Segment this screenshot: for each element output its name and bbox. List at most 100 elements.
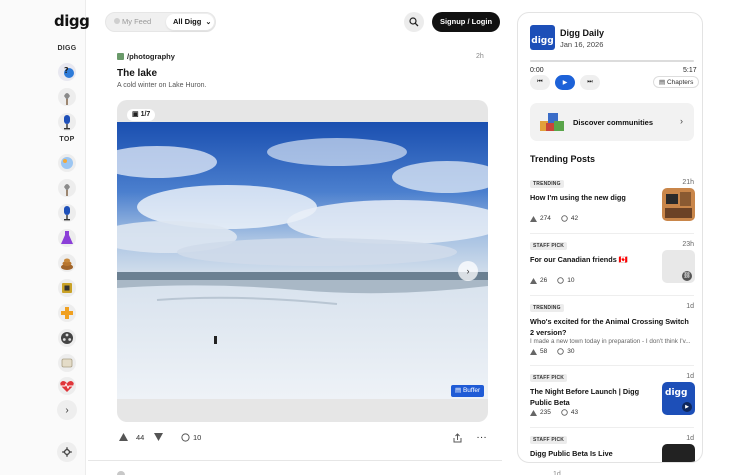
trending-title[interactable]: The Night Before Launch | Digg Public Be… [530,386,655,408]
tab-all-digg-label: All Digg [173,17,202,26]
upvote-icon [530,215,537,222]
discover-communities-button[interactable]: Discover communities › [530,103,694,141]
trending-thumbnail [662,188,695,221]
image-counter: ▣ 1/7 [127,109,156,121]
chevron-right-icon: › [680,116,683,126]
help-chat-icon[interactable]: ? [57,62,77,82]
settings-icon[interactable] [57,442,77,462]
poop-icon[interactable] [57,253,77,273]
play-icon: ▶ [562,80,568,86]
carousel-next-button[interactable]: › [458,261,478,281]
trending-time: 1d [686,373,694,380]
post-actions: 44 10 ··· [119,433,487,445]
trending-time: 23h [682,241,694,248]
community-icon [117,53,124,60]
expand-rail-button[interactable]: › [57,400,77,420]
community-name: /photography [127,52,175,61]
playback-progress-bar[interactable] [530,60,694,62]
search-icon [409,17,419,27]
search-button[interactable] [404,12,424,32]
tab-all-digg[interactable]: All Digg ⌄ [166,14,214,30]
total-duration: 5:17 [683,67,697,74]
post-image [117,122,488,399]
post-timestamp: 2h [476,53,484,60]
share-button[interactable] [453,433,462,443]
chip-icon[interactable] [57,278,77,298]
divider [530,365,694,366]
comment-count: 42 [570,215,579,222]
post-tag: STAFF PICK [530,242,568,250]
post-media-carousel[interactable]: ▣ 1/7 › ▤ Buffer [117,100,488,422]
upvote-icon [530,409,537,416]
images-icon: ▣ [132,111,141,118]
forward-button[interactable]: ⏭ [580,75,600,90]
thumbnail-logo: digg [665,388,688,398]
trending-stats: 58 30 [530,348,574,355]
flask-icon[interactable] [57,228,77,248]
community-link[interactable]: /photography [117,52,175,61]
podcast-title[interactable]: Digg Daily [560,28,604,38]
comments-button[interactable]: 10 [181,433,201,442]
upvote-icon [119,433,128,441]
downvote-button[interactable] [154,433,163,441]
link-icon: ⛓ [682,271,692,281]
trending-time: 1d [686,303,694,310]
trending-title[interactable]: For our Canadian friends 🇨🇦 [530,254,655,265]
upvote-icon [530,348,537,355]
upvote-icon [530,277,537,284]
heartbeat-icon[interactable] [57,376,77,396]
microphone-icon[interactable] [57,203,77,223]
chevron-down-icon: ⌄ [205,19,212,26]
signup-login-button[interactable]: Signup / Login [432,12,500,32]
next-post-preview: 1d [88,460,561,475]
more-options-icon[interactable]: ··· [477,433,488,442]
rewind-button[interactable]: ⏮ [530,75,550,90]
post-tag: TRENDING [530,304,564,312]
shovel-icon[interactable] [57,87,77,107]
trending-title[interactable]: How I'm using the new digg [530,192,655,203]
trending-stats: 26 10 [530,277,574,284]
tab-my-feed[interactable]: My Feed [114,13,151,31]
microphone-icon[interactable] [57,112,77,132]
trending-title[interactable]: Digg Public Beta Is Live [530,448,655,459]
comment-icon [557,348,564,355]
video-play-icon: ▶ [682,402,692,412]
keyboard-key-icon[interactable] [57,353,77,373]
comment-icon [557,277,564,284]
trending-thumbnail: digg ▶ [662,382,695,415]
trending-title[interactable]: Who's excited for the Animal Crossing Sw… [530,316,694,338]
image-counter-text: 1/7 [140,111,151,118]
comment-count: 30 [567,348,575,355]
tab-my-feed-label: My Feed [122,17,152,26]
section-label-digg: DIGG [57,45,77,52]
buffer-label: Buffer [462,387,481,394]
digg-logo[interactable]: digg [54,12,90,32]
comment-count: 10 [567,277,575,284]
podcast-date: Jan 16, 2026 [560,40,604,49]
chapters-button[interactable]: ▤ Chapters [653,76,700,88]
buffer-badge[interactable]: ▤ Buffer [451,385,485,397]
community-blocks-icon [540,113,564,131]
trending-snippet: I made a new town today in preparation -… [530,338,691,345]
gamepad-icon[interactable] [57,303,77,323]
play-button[interactable]: ▶ [555,75,575,90]
upvote-button[interactable] [119,433,128,441]
discover-label: Discover communities [573,118,654,127]
right-panel: digg Digg Daily Jan 16, 2026 0:00 5:17 ⏮… [517,12,703,463]
trending-thumbnail: ⛓ [662,250,695,283]
trending-stats: 274 42 [530,215,578,222]
comment-count: 10 [193,433,202,442]
rewind-icon: ⏮ [537,79,543,85]
post-description: A cold winter on Lake Huron. [117,82,207,89]
film-reel-icon[interactable] [57,328,77,348]
vote-count: 58 [540,348,548,355]
shovel-icon[interactable] [57,178,77,198]
svg-text:?: ? [64,66,69,75]
elapsed-time: 0:00 [530,67,544,74]
comment-icon [561,215,568,222]
divider [530,295,694,296]
vote-count: 235 [540,409,551,416]
post-tag: TRENDING [530,180,564,188]
bubble-icon[interactable] [57,153,77,173]
post-title[interactable]: The lake [117,68,157,79]
